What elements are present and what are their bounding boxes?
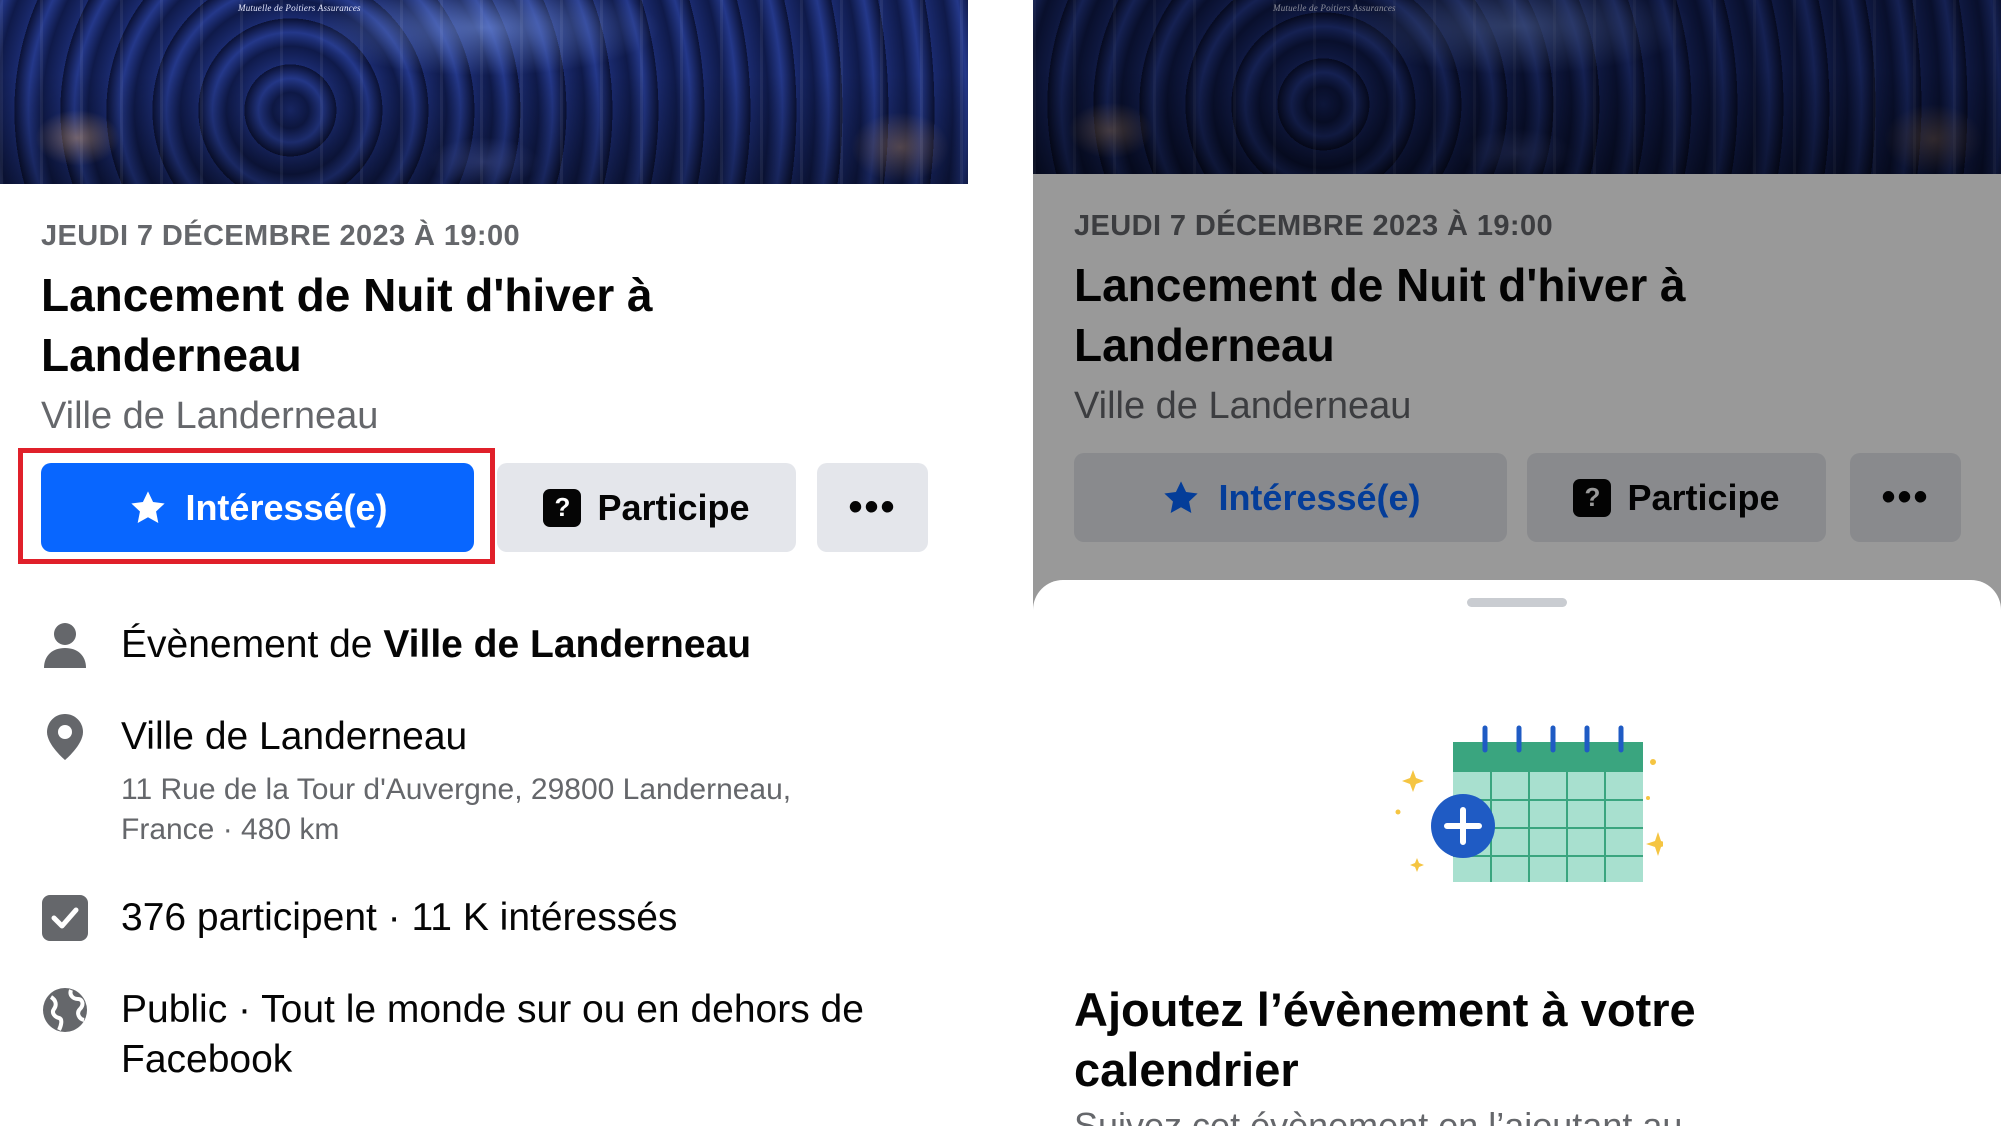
person-icon [44, 623, 86, 668]
checkbox-icon [42, 895, 88, 941]
location-row[interactable]: Ville de Landerneau 11 Rue de la Tour d'… [41, 712, 791, 850]
sheet-title-line2: calendrier [1074, 1043, 1299, 1096]
globe-icon [43, 988, 87, 1032]
attendance-text: 376 participent · 11 K intéressés [121, 896, 678, 939]
organizer-name-link[interactable]: Ville de Landerneau [383, 623, 751, 666]
event-cover-image: Mutuelle de Poitiers Assurances [0, 0, 968, 184]
event-host[interactable]: Ville de Landerneau [41, 395, 378, 438]
location-text: Ville de Landerneau 11 Rue de la Tour d'… [121, 712, 791, 850]
attendance-row[interactable]: 376 participent · 11 K intéressés [41, 893, 677, 943]
privacy-line2: Facebook [121, 1038, 293, 1081]
participe-button[interactable]: ? Participe [497, 463, 796, 552]
sheet-title: Ajoutez l’évènement à votre calendrier [1074, 980, 1954, 1100]
organizer-text: Évènement de Ville de Landerneau [121, 620, 751, 670]
event-title: Lancement de Nuit d'hiver à Landerneau [41, 265, 901, 385]
sheet-subtitle: Suivez cet évènement en l’ajoutant au [1074, 1105, 1683, 1126]
location-name: Ville de Landerneau [121, 715, 468, 758]
sheet-title-line1: Ajoutez l’évènement à votre [1074, 983, 1696, 1036]
event-title-line1: Lancement de Nuit d'hiver à [41, 269, 653, 321]
organizer-prefix: Évènement de [121, 623, 384, 666]
privacy-text: Public · Tout le monde sur ou en dehors … [121, 985, 864, 1085]
event-page-with-sheet-panel: Mutuelle de Poitiers Assurances JEUDI 7 … [1033, 0, 2001, 1126]
location-address-line1: 11 Rue de la Tour d'Auvergne, 29800 Land… [121, 773, 792, 806]
location-address-line2: France · 480 km [121, 813, 340, 846]
privacy-row: Public · Tout le monde sur ou en dehors … [41, 985, 864, 1085]
event-date: JEUDI 7 DÉCEMBRE 2023 À 19:00 [41, 220, 521, 252]
question-box-icon: ? [543, 488, 582, 527]
more-label: ••• [848, 485, 897, 529]
participe-label: Participe [597, 486, 750, 528]
more-options-button[interactable]: ••• [817, 463, 928, 552]
add-to-calendar-sheet: Ajoutez l’évènement à votre calendrier S… [1033, 580, 2001, 1126]
event-title-line2: Landerneau [41, 329, 302, 381]
calendar-plus-icon [1395, 725, 1663, 882]
privacy-line1: Public · Tout le monde sur ou en dehors … [121, 988, 864, 1031]
organizer-row: Évènement de Ville de Landerneau [41, 620, 751, 670]
sheet-drag-handle[interactable] [1467, 598, 1567, 607]
event-page-panel: Mutuelle de Poitiers Assurances JEUDI 7 … [0, 0, 968, 1126]
cover-sign-text: Mutuelle de Poitiers Assurances [238, 3, 361, 13]
interested-highlight-box [18, 448, 495, 564]
location-pin-icon [47, 714, 83, 760]
